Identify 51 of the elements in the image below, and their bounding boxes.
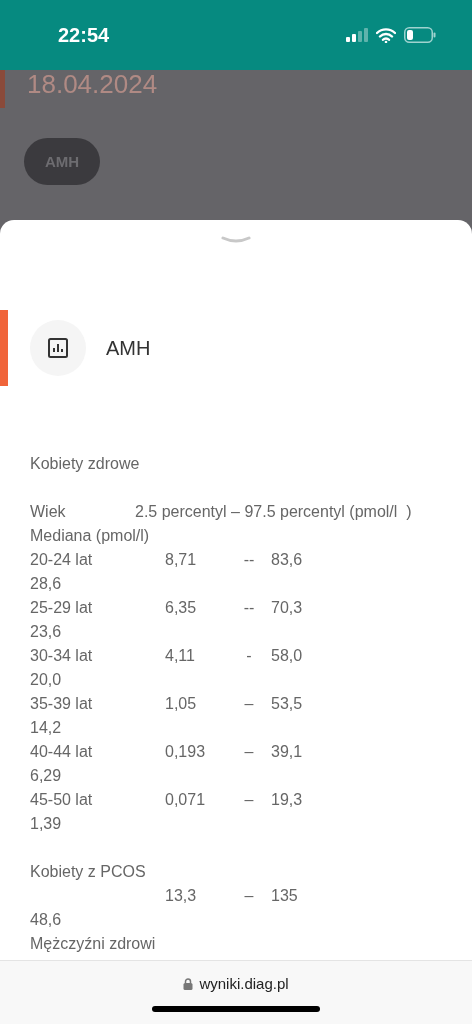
low-value: 8,71 <box>165 550 198 570</box>
lock-icon <box>183 977 194 990</box>
url-text[interactable]: wyniki.diag.pl <box>199 975 289 992</box>
high-value: 39,1 <box>271 742 304 762</box>
age-range: 35-39 lat <box>30 694 94 714</box>
low-value: 13,3 <box>165 886 198 906</box>
range-dash: – <box>243 694 255 714</box>
high-value: 83,6 <box>271 550 304 570</box>
high-value: 53,5 <box>271 694 304 714</box>
column-header: Wiek <box>30 502 67 522</box>
section-title: Kobiety zdrowe <box>30 455 140 472</box>
column-header: Mediana (pmol/l) <box>30 527 150 544</box>
status-time: 22:54 <box>58 23 110 47</box>
range-dash: -- <box>242 550 256 570</box>
result-date: 18.04.2024 <box>27 70 158 98</box>
high-value: 58,0 <box>271 646 304 666</box>
median-value: 28,6 <box>30 575 62 592</box>
low-value: 4,11 <box>165 646 196 666</box>
low-value: 6,35 <box>165 598 198 618</box>
sheet-handle-icon[interactable] <box>221 236 251 244</box>
range-dash: -- <box>242 598 256 618</box>
column-header: 2.5 percentyl – 97.5 percentyl (pmol/l ) <box>135 502 413 522</box>
low-value: 0,193 <box>165 742 207 762</box>
high-value: 70,3 <box>271 598 304 618</box>
range-dash: – <box>243 886 255 906</box>
age-range: 20-24 lat <box>30 550 94 570</box>
range-dash: – <box>243 742 255 762</box>
high-value: 19,3 <box>271 790 304 810</box>
median-value: 48,6 <box>30 911 62 928</box>
signal-icon <box>346 28 368 42</box>
median-value: 14,2 <box>30 719 62 736</box>
age-range: 30-34 lat <box>30 646 94 666</box>
home-indicator[interactable] <box>152 1006 320 1012</box>
range-dash: – <box>243 790 255 810</box>
wifi-icon <box>376 27 396 43</box>
section-title: Kobiety z PCOS <box>30 863 146 880</box>
age-range: 25-29 lat <box>30 598 94 618</box>
low-value: 1,05 <box>165 694 198 714</box>
median-value: 6,29 <box>30 767 62 784</box>
accent-bar <box>0 70 5 108</box>
high-value: 135 <box>271 886 299 906</box>
section-title: Mężczyźni zdrowi <box>30 935 156 952</box>
range-dash: - <box>245 646 253 666</box>
low-value: 0,071 <box>165 790 207 810</box>
median-value: 1,39 <box>30 815 62 832</box>
median-value: 20,0 <box>30 671 62 688</box>
sheet-title: AMH <box>106 336 151 360</box>
median-value: 23,6 <box>30 623 62 640</box>
age-range: 45-50 lat <box>30 790 94 810</box>
battery-icon <box>404 27 436 43</box>
age-range: 40-44 lat <box>30 742 94 762</box>
